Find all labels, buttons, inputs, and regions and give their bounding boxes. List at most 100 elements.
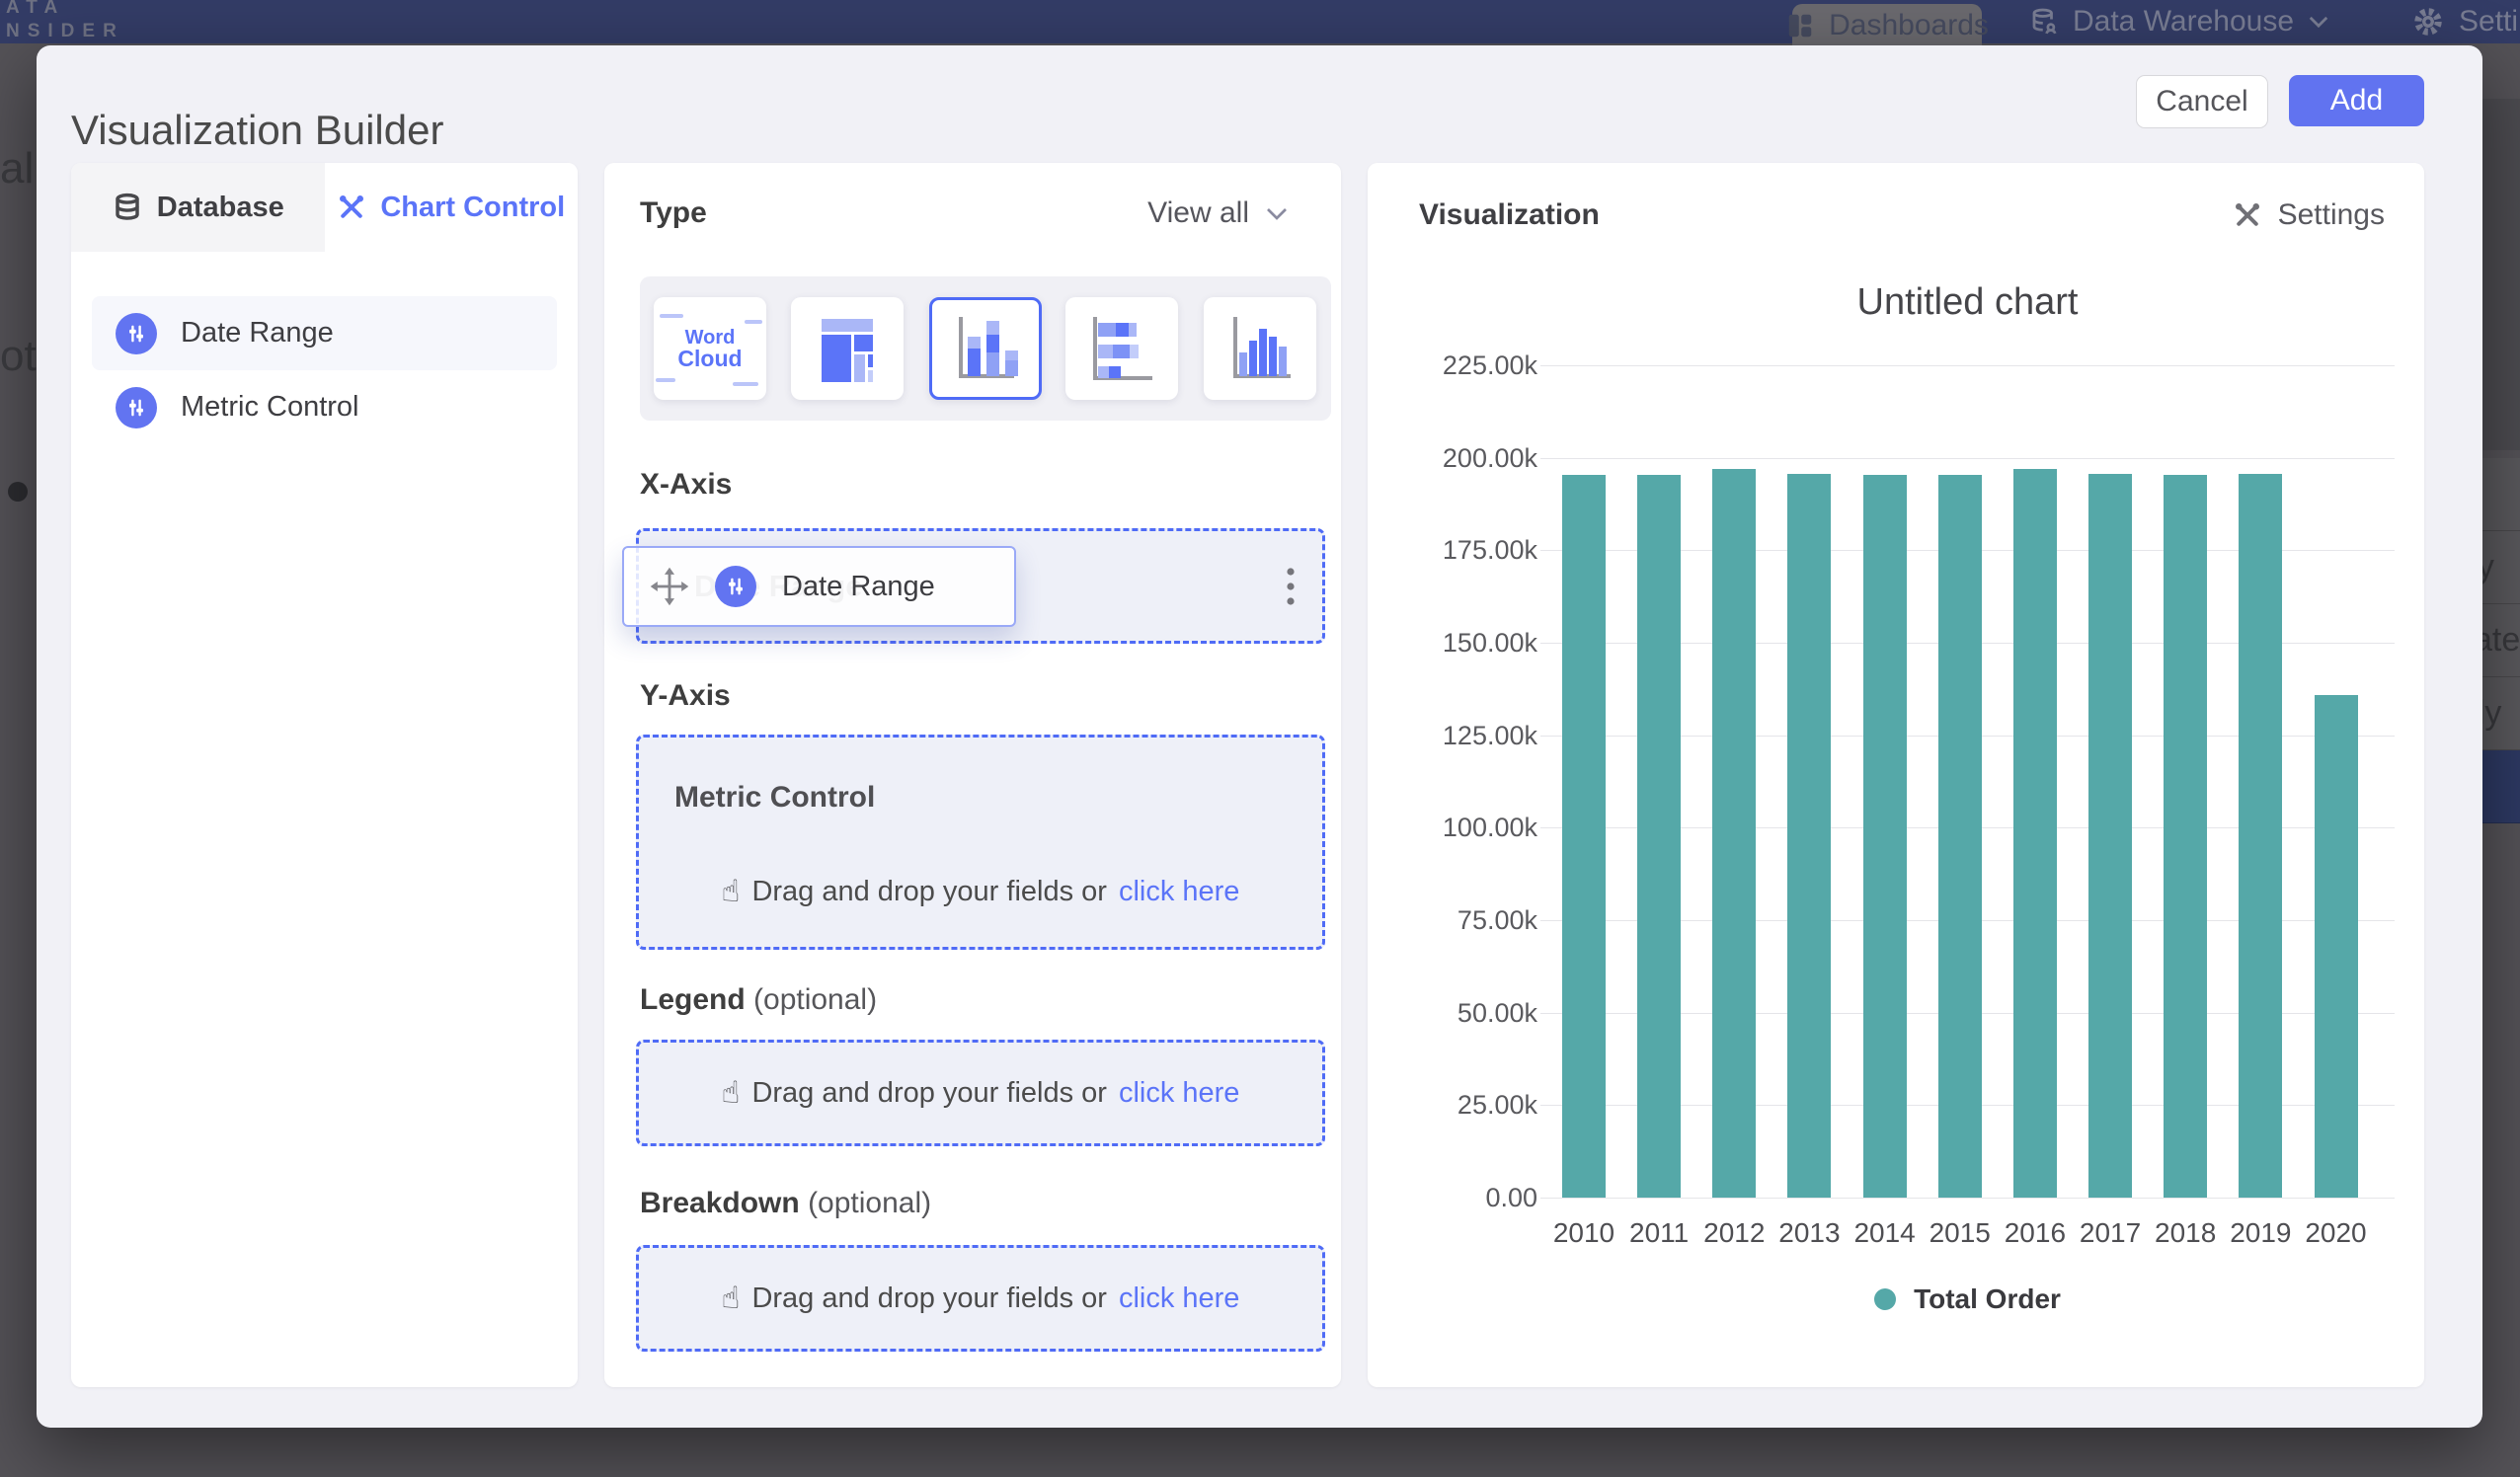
field-item-metric-control[interactable]: Metric Control [92, 370, 557, 444]
field-item-date-range[interactable]: Date Range [92, 296, 557, 370]
kebab-menu-icon[interactable] [1285, 565, 1297, 608]
sliders-icon [715, 566, 756, 607]
top-navbar: ATA NSIDER Dashboards Data Warehouse Set… [0, 0, 2520, 43]
builder-panel: Type View all Word Cloud [604, 163, 1341, 1387]
drop-hint: ☝ Drag and drop your fields or click her… [639, 874, 1322, 909]
y-axis-group-label: Metric Control [674, 781, 875, 815]
database-icon [112, 192, 143, 223]
chevron-down-icon [2308, 15, 2329, 29]
sliders-icon [116, 313, 157, 354]
legend-dropzone[interactable]: ☝ Drag and drop your fields or click her… [636, 1040, 1325, 1146]
column-thumbnail [1225, 309, 1295, 388]
tab-database-label: Database [157, 192, 284, 224]
breakdown-dropzone[interactable]: ☝ Drag and drop your fields or click her… [636, 1245, 1325, 1352]
settings-nav-label: Settings [2459, 5, 2520, 39]
dashboards-label: Dashboards [1829, 9, 1989, 42]
bar-2016[interactable] [2013, 469, 2057, 1198]
click-hand-icon: ☝ [722, 874, 741, 909]
legend-optional-label: (optional) [753, 983, 877, 1016]
drop-hint-text: Drag and drop your fields or [751, 876, 1106, 908]
database-stack-icon [2029, 7, 2059, 37]
cancel-button[interactable]: Cancel [2136, 75, 2268, 128]
bar-2013[interactable] [1787, 474, 1831, 1198]
bar-chart-plot: 225.00k200.00k175.00k150.00k125.00k100.0… [1540, 365, 2395, 1198]
chevron-down-icon [1265, 206, 1289, 221]
view-all-dropdown[interactable]: View all [1147, 196, 1289, 230]
stacked-column-thumbnail [951, 309, 1020, 388]
gear-icon [2411, 5, 2445, 39]
visualization-heading: Visualization [1419, 198, 1600, 232]
chart-title: Untitled chart [1540, 281, 2395, 324]
nav-item-settings[interactable]: Settings [2411, 0, 2520, 43]
bar-2017[interactable] [2088, 474, 2132, 1198]
bar-2015[interactable] [1938, 475, 1982, 1198]
app-logo: ATA NSIDER [6, 0, 124, 43]
drop-hint-text: Drag and drop your fields or [751, 1077, 1106, 1110]
chart-type-strip: Word Cloud [640, 276, 1331, 421]
chart-type-column[interactable] [1204, 297, 1316, 400]
gridline [1540, 365, 2395, 366]
data-warehouse-label: Data Warehouse [2073, 5, 2294, 39]
bar-2019[interactable] [2239, 474, 2282, 1198]
bar-2011[interactable] [1637, 475, 1681, 1198]
tab-chart-control[interactable]: Chart Control [325, 163, 579, 252]
tab-database[interactable]: Database [71, 163, 325, 252]
y-axis-tick-label: 0.00 [1389, 1182, 1537, 1213]
nav-tab-dashboards[interactable]: Dashboards [1792, 4, 1982, 47]
click-here-link[interactable]: click here [1119, 1077, 1240, 1110]
y-axis-tick-label: 225.00k [1389, 350, 1537, 381]
word-cloud-thumbnail: Word Cloud [677, 328, 742, 370]
drop-hint: ☝ Drag and drop your fields or click her… [722, 1281, 1240, 1316]
bar-2012[interactable] [1712, 469, 1756, 1198]
y-axis-tick-label: 200.00k [1389, 442, 1537, 474]
fields-panel-tabs: Database Chart Control [71, 163, 578, 252]
tools-icon [337, 193, 366, 222]
chart-type-stacked-column[interactable] [929, 297, 1042, 400]
tools-icon [2233, 200, 2262, 230]
chart-type-stacked-bar[interactable] [1065, 297, 1178, 400]
chart-settings-label: Settings [2278, 198, 2385, 232]
legend-heading: Legend (optional) [640, 983, 877, 1017]
nav-item-data-warehouse[interactable]: Data Warehouse [2029, 0, 2329, 43]
dragged-field-chip[interactable]: Date Range [622, 546, 1016, 627]
bar-2010[interactable] [1562, 475, 1606, 1198]
bar-2018[interactable] [2164, 475, 2207, 1198]
view-all-label: View all [1147, 196, 1249, 230]
click-hand-icon: ☝ [722, 1281, 741, 1316]
y-axis-heading: Y-Axis [640, 679, 731, 713]
y-axis-dropzone[interactable]: Metric Control ☝ Drag and drop your fiel… [636, 735, 1325, 950]
visualization-builder-modal: Visualization Builder Cancel Add Databas… [37, 45, 2482, 1428]
chart-type-word-cloud[interactable]: Word Cloud [654, 297, 766, 400]
y-axis-tick-label: 75.00k [1389, 904, 1537, 936]
field-label: Date Range [181, 317, 334, 350]
y-axis-tick-label: 150.00k [1389, 627, 1537, 659]
x-axis-tick-label: 2020 [2292, 1217, 2381, 1249]
click-here-link[interactable]: click here [1119, 1283, 1240, 1315]
move-icon [650, 567, 689, 606]
legend-swatch [1874, 1288, 1896, 1310]
type-heading: Type [640, 196, 707, 230]
y-axis-tick-label: 125.00k [1389, 720, 1537, 751]
stacked-bar-thumbnail [1087, 309, 1156, 388]
y-axis-tick-label: 25.00k [1389, 1089, 1537, 1121]
x-axis-heading: X-Axis [640, 468, 732, 502]
visualization-panel: Visualization Settings Untitled chart 22… [1368, 163, 2424, 1387]
add-button[interactable]: Add [2289, 75, 2424, 126]
backdrop-text-fragment: al [0, 144, 34, 194]
gridline [1540, 458, 2395, 459]
bar-2020[interactable] [2315, 695, 2358, 1198]
chart-settings-button[interactable]: Settings [2233, 198, 2385, 232]
tab-chart-control-label: Chart Control [380, 192, 565, 224]
legend-series-label: Total Order [1914, 1283, 2061, 1315]
drop-hint-text: Drag and drop your fields or [751, 1283, 1106, 1315]
gridline [1540, 1198, 2395, 1199]
bar-2014[interactable] [1863, 475, 1907, 1198]
sliders-icon [116, 387, 157, 428]
breakdown-heading: Breakdown (optional) [640, 1187, 931, 1220]
logo-line-1: ATA [6, 0, 124, 20]
y-axis-tick-label: 50.00k [1389, 997, 1537, 1029]
click-here-link[interactable]: click here [1119, 876, 1240, 908]
dashboards-icon [1785, 11, 1815, 40]
logo-line-2: NSIDER [6, 20, 124, 43]
chart-type-treemap[interactable] [791, 297, 904, 400]
